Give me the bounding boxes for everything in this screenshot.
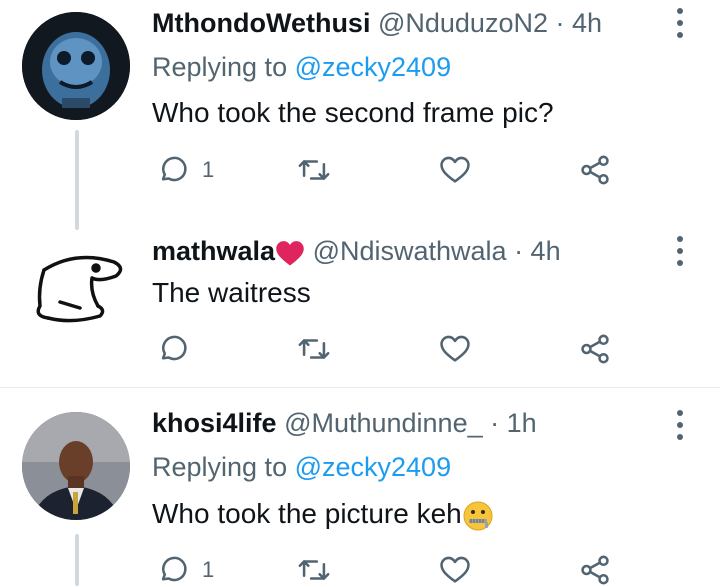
heart-icon [440,156,470,183]
share-icon [581,555,609,585]
replying-to: Replying to @zecky2409 [152,452,451,483]
display-name[interactable]: mathwala [152,236,305,266]
thread-line [75,130,79,230]
retweet-icon [298,160,330,180]
handle[interactable]: @NduduzoN2 [378,8,548,38]
red-heart-emoji-icon [276,241,304,266]
more-options-icon[interactable] [667,410,693,440]
speech-bubble-icon [161,556,187,582]
mention-link[interactable]: @zecky2409 [295,452,452,482]
timestamp[interactable]: · 4h [514,236,561,266]
replying-to: Replying to @zecky2409 [152,52,451,83]
speech-bubble-icon [161,335,187,361]
mention-link[interactable]: @zecky2409 [295,52,452,82]
like-button[interactable] [438,332,472,366]
replying-to-label: Replying to [152,452,295,482]
share-button[interactable] [578,553,612,587]
share-button[interactable] [578,332,612,366]
display-name[interactable]: MthondoWethusi [152,8,370,38]
like-button[interactable] [438,553,472,587]
tweet-text: Who took the picture keh [152,498,494,532]
avatar[interactable] [22,12,130,120]
handle[interactable]: @Ndiswathwala [313,236,507,266]
zipper-mouth-face-emoji-icon [463,501,493,531]
share-icon [581,155,609,185]
retweet-button[interactable] [297,153,331,187]
retweet-icon [298,560,330,580]
more-options-icon[interactable] [667,236,693,266]
reply-count: 1 [202,157,215,182]
retweet-button[interactable] [297,553,331,587]
retweet-icon [298,339,330,359]
retweet-button[interactable] [297,332,331,366]
timestamp[interactable]: · 1h [490,408,537,438]
display-name[interactable]: khosi4life [152,408,277,438]
handle[interactable]: @Muthundinne_ [284,408,483,438]
reply-button[interactable]: 1 [156,153,214,187]
timestamp[interactable]: · 4h [556,8,603,38]
tweet-text: Who took the second frame pic? [152,97,554,128]
like-button[interactable] [438,153,472,187]
avatar[interactable] [22,232,130,340]
reply-button[interactable] [156,332,190,366]
tweet-text-content: Who took the picture keh [152,498,462,529]
thread-line [75,534,79,586]
tweet-text: The waitress [152,277,311,308]
heart-icon [440,335,470,362]
tweet-header: mathwala @Ndiswathwala · 4h [152,236,561,267]
reply-button[interactable]: 1 [156,553,214,587]
speech-bubble-icon [161,156,187,182]
more-options-icon[interactable] [667,8,693,38]
share-button[interactable] [578,153,612,187]
tweet-3[interactable]: khosi4life @Muthundinne_ · 1h Replying t… [0,388,720,586]
tweet-header: MthondoWethusi @NduduzoN2 · 4h [152,8,602,39]
tweet-1[interactable]: MthondoWethusi @NduduzoN2 · 4h Replying … [0,0,720,387]
tweet-header: khosi4life @Muthundinne_ · 1h [152,408,537,439]
replying-to-label: Replying to [152,52,295,82]
heart-icon [440,556,470,583]
reply-count: 1 [202,557,215,582]
share-icon [581,334,609,364]
avatar[interactable] [22,412,130,520]
